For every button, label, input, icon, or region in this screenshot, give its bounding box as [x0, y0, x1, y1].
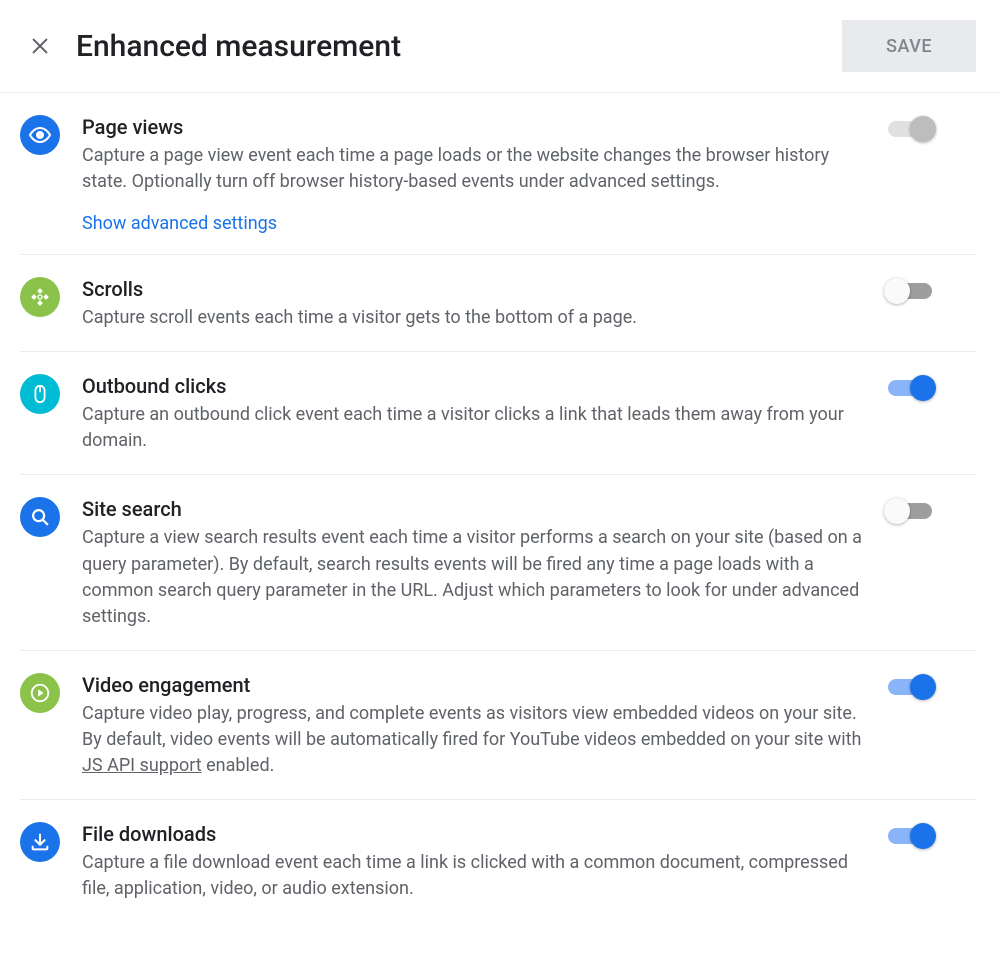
show-advanced-settings-link[interactable]: Show advanced settings: [82, 213, 277, 234]
close-icon: [29, 35, 51, 57]
scrolls-icon: [20, 277, 60, 317]
download-icon: [20, 822, 60, 862]
save-button[interactable]: SAVE: [842, 20, 976, 72]
item-scrolls: Scrolls Capture scroll events each time …: [20, 255, 976, 352]
toggle-site-search[interactable]: [886, 501, 934, 521]
item-outbound-clicks: Outbound clicks Capture an outbound clic…: [20, 352, 976, 475]
item-description: Capture a page view event each time a pa…: [82, 143, 862, 195]
toggle-video-engagement[interactable]: [886, 677, 934, 697]
toggle-page-views: [886, 119, 934, 139]
item-title: Video engagement: [82, 673, 862, 697]
item-title: Scrolls: [82, 277, 862, 301]
item-description: Capture video play, progress, and comple…: [82, 701, 862, 779]
item-site-search: Site search Capture a view search result…: [20, 475, 976, 650]
page-title: Enhanced measurement: [76, 29, 842, 64]
toggle-outbound-clicks[interactable]: [886, 378, 934, 398]
item-video-engagement: Video engagement Capture video play, pro…: [20, 651, 976, 800]
item-list: Page views Capture a page view event eac…: [0, 93, 1000, 922]
item-title: Page views: [82, 115, 862, 139]
item-title: Site search: [82, 497, 862, 521]
play-icon: [20, 673, 60, 713]
item-description: Capture a file download event each time …: [82, 850, 862, 902]
item-description: Capture a view search results event each…: [82, 525, 862, 629]
toggle-file-downloads[interactable]: [886, 826, 934, 846]
item-title: File downloads: [82, 822, 862, 846]
item-description: Capture an outbound click event each tim…: [82, 402, 862, 454]
item-title: Outbound clicks: [82, 374, 862, 398]
header: Enhanced measurement SAVE: [0, 0, 1000, 93]
search-icon: [20, 497, 60, 537]
item-page-views: Page views Capture a page view event eac…: [20, 93, 976, 255]
eye-icon: [20, 115, 60, 155]
js-api-support-link[interactable]: JS API support: [82, 755, 202, 776]
mouse-icon: [20, 374, 60, 414]
toggle-scrolls[interactable]: [886, 281, 934, 301]
item-description: Capture scroll events each time a visito…: [82, 305, 862, 331]
close-button[interactable]: [24, 30, 56, 62]
item-file-downloads: File downloads Capture a file download e…: [20, 800, 976, 922]
